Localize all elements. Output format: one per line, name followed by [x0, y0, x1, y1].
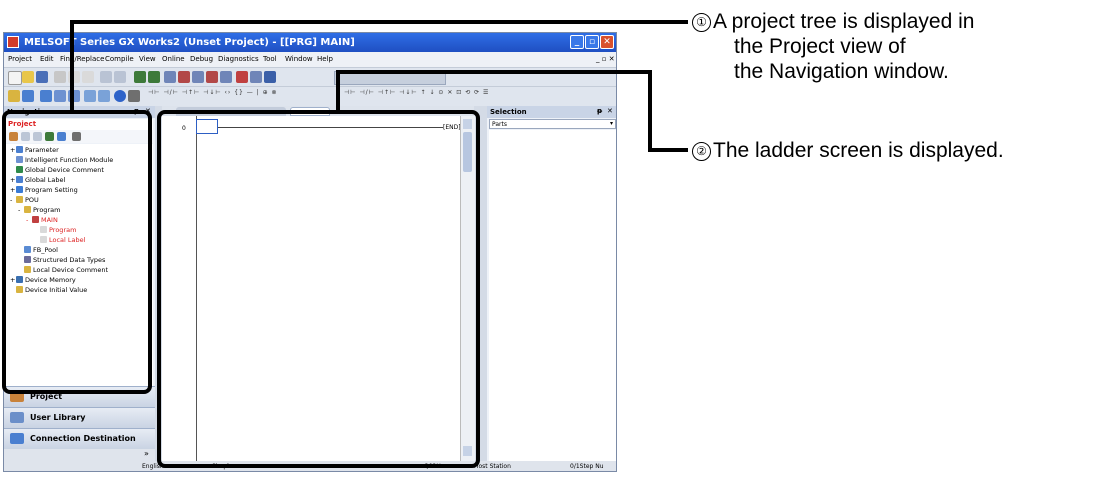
callout-2-line-1: The ladder screen is displayed. — [713, 139, 1004, 162]
callout-1-line-3: the Navigation window. — [734, 60, 949, 83]
callout-1-line-2: the Project view of — [734, 35, 906, 58]
callout-2-number: ② — [692, 142, 711, 161]
callout-2: ② The ladder screen is displayed. — [692, 138, 1004, 163]
callout-1-line-1: A project tree is displayed in — [713, 10, 975, 33]
callout-1-number: ① — [692, 13, 711, 32]
leader-line-2 — [336, 70, 688, 152]
callout-1: ①A project tree is displayed in the Proj… — [692, 9, 974, 84]
leader-line-1 — [70, 20, 688, 110]
